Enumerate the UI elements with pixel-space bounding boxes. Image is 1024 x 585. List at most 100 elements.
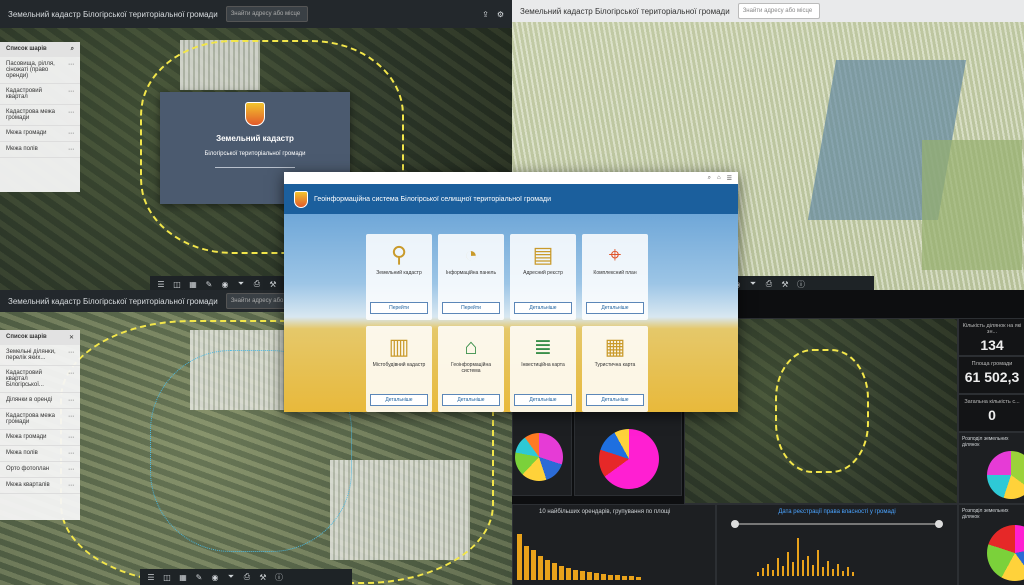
- layer-item[interactable]: Земельні ділянки, перелік яких... ⋯: [0, 345, 80, 366]
- layer-item[interactable]: Межа полів ⋯: [0, 142, 80, 158]
- gear-icon[interactable]: ⚙: [497, 10, 504, 19]
- module-button[interactable]: Детальніше: [586, 394, 644, 406]
- layer-item[interactable]: Орто фотоплан ⋯: [0, 462, 80, 478]
- module-button[interactable]: Детальніше: [514, 302, 572, 314]
- layer-item[interactable]: Межа громади ⋯: [0, 430, 80, 446]
- location-icon: ⌖: [608, 242, 622, 267]
- bar: [757, 572, 759, 576]
- draw-icon[interactable]: ✎: [194, 573, 204, 582]
- tool-icon[interactable]: ⚒: [780, 280, 790, 289]
- search-icon[interactable]: ⌕: [71, 46, 74, 53]
- module-button[interactable]: Детальніше: [586, 302, 644, 314]
- module-card[interactable]: ⌖ Комплексний план Детальніше: [582, 234, 648, 320]
- more-icon[interactable]: ⋯: [68, 397, 74, 404]
- module-button[interactable]: Детальніше: [442, 394, 500, 406]
- more-icon[interactable]: ⋯: [68, 434, 74, 441]
- more-icon[interactable]: ⋯: [68, 482, 74, 489]
- module-button[interactable]: Перейти: [442, 302, 500, 314]
- info-icon[interactable]: ⓘ: [796, 279, 806, 290]
- layers-icon[interactable]: ◫: [172, 280, 182, 289]
- layer-item[interactable]: Кадастровий квартал Білогірської... ⋯: [0, 366, 80, 393]
- search-input[interactable]: Знайти адресу або місце: [737, 3, 820, 19]
- layers-icon[interactable]: ◫: [162, 573, 172, 582]
- module-card[interactable]: ⌂ Геоінформаційна система Детальніше: [438, 326, 504, 412]
- app-title: Земельний кадастр Білогірської територіа…: [8, 9, 218, 19]
- filter-icon[interactable]: ⏷: [748, 279, 758, 289]
- bar: [559, 566, 564, 580]
- close-icon[interactable]: ✕: [69, 334, 74, 341]
- bar: [594, 573, 599, 580]
- info-icon[interactable]: ⓘ: [274, 572, 284, 583]
- bar: [827, 561, 829, 576]
- more-icon[interactable]: ⋯: [68, 130, 74, 137]
- eye-icon[interactable]: ◉: [220, 280, 230, 289]
- tourist-icon: ▦: [604, 334, 626, 359]
- more-icon[interactable]: ⋯: [68, 109, 74, 121]
- portal-title: Геоінформаційна система Білогірської сел…: [314, 195, 551, 203]
- crest-icon: [294, 190, 308, 208]
- layer-item[interactable]: Пасовища, рілля, сіножаті (право оренди)…: [0, 57, 80, 84]
- eye-icon[interactable]: ◉: [210, 573, 220, 582]
- bar: [566, 568, 571, 580]
- invest-icon: ≣: [533, 334, 553, 359]
- filter-icon[interactable]: ⏷: [226, 572, 236, 582]
- print-icon[interactable]: ⎙: [764, 279, 774, 289]
- module-button[interactable]: Детальніше: [370, 394, 428, 406]
- home-icon[interactable]: ⌂: [717, 175, 721, 181]
- layer-item[interactable]: Кадастровий квартал ⋯: [0, 84, 80, 105]
- module-card[interactable]: ◔ Інформаційна панель Перейти: [438, 234, 504, 320]
- more-icon[interactable]: ⋯: [68, 146, 74, 153]
- bar: [837, 564, 839, 576]
- module-card[interactable]: ▥ Містобудівний кадастр Детальніше: [366, 326, 432, 412]
- tool-icon[interactable]: ⚒: [258, 573, 268, 582]
- more-icon[interactable]: ⋯: [68, 466, 74, 473]
- layer-item[interactable]: Кадастрова межа громади ⋯: [0, 409, 80, 430]
- module-card[interactable]: ▤ Адресний реєстр Детальніше: [510, 234, 576, 320]
- urban-icon: ▥: [388, 334, 410, 359]
- layer-item[interactable]: Межа громади ⋯: [0, 126, 80, 142]
- module-card[interactable]: ≣ Інвестиційна карта Детальніше: [510, 326, 576, 412]
- layer-item[interactable]: Межа полів ⋯: [0, 446, 80, 462]
- layer-item[interactable]: Ділянки в оренді ⋯: [0, 393, 80, 409]
- more-icon[interactable]: ⋯: [68, 61, 74, 79]
- print-icon[interactable]: ⎙: [242, 572, 252, 582]
- module-button[interactable]: Детальніше: [514, 394, 572, 406]
- grid-icon[interactable]: ▦: [178, 573, 188, 582]
- list-icon[interactable]: ☰: [156, 280, 166, 289]
- print-icon[interactable]: ⎙: [252, 279, 262, 289]
- bar: [767, 564, 769, 576]
- layer-list: Список шарів ⌕ Пасовища, рілля, сіножаті …: [0, 42, 80, 192]
- slider-handle-start[interactable]: [731, 520, 739, 528]
- green-area: [922, 140, 1022, 270]
- bar: [807, 556, 809, 576]
- list-icon[interactable]: ☰: [146, 573, 156, 582]
- more-icon[interactable]: ⋯: [68, 370, 74, 388]
- layer-item[interactable]: Межа кварталів ⋯: [0, 478, 80, 494]
- layer-item[interactable]: Кадастрова межа громади ⋯: [0, 105, 80, 126]
- layer-list-header: Список шарів ✕: [0, 330, 80, 345]
- bar: [524, 546, 529, 580]
- language-icon[interactable]: ☰: [727, 175, 732, 182]
- layer-list-header: Список шарів ⌕: [0, 42, 80, 57]
- more-icon[interactable]: ⋯: [68, 88, 74, 100]
- bar: [792, 562, 794, 576]
- filter-icon[interactable]: ⏷: [236, 279, 246, 289]
- search-input[interactable]: Знайти адресу або місце: [225, 6, 308, 22]
- bar: [517, 534, 522, 580]
- search-icon[interactable]: ⌕: [708, 175, 711, 182]
- module-button[interactable]: Перейти: [370, 302, 428, 314]
- more-icon[interactable]: ⋯: [68, 413, 74, 425]
- line-widget: Дата реєстрації права власності у громад…: [716, 504, 958, 585]
- time-slider[interactable]: [731, 520, 943, 528]
- more-icon[interactable]: ⋯: [68, 349, 74, 361]
- grid-icon[interactable]: ▦: [188, 280, 198, 289]
- module-card[interactable]: ▦ Туристична карта Детальніше: [582, 326, 648, 412]
- more-icon[interactable]: ⋯: [68, 450, 74, 457]
- top-bar: Земельний кадастр Білогірської територіа…: [512, 0, 1024, 22]
- slider-handle-end[interactable]: [935, 520, 943, 528]
- module-card[interactable]: ⚲ Земельний кадастр Перейти: [366, 234, 432, 320]
- draw-icon[interactable]: ✎: [204, 280, 214, 289]
- community-boundary: [775, 349, 869, 473]
- tool-icon[interactable]: ⚒: [268, 280, 278, 289]
- share-icon[interactable]: ⇪: [482, 10, 489, 19]
